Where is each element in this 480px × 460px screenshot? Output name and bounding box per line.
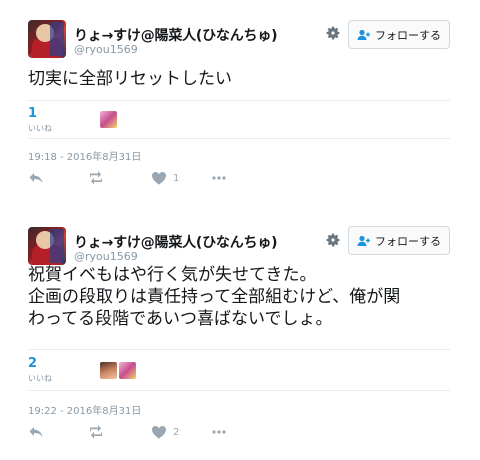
follow-label: フォローする bbox=[375, 234, 441, 248]
gear-icon[interactable] bbox=[325, 232, 341, 248]
handle[interactable]: @ryou1569 bbox=[74, 43, 138, 56]
timestamp[interactable]: 19:18 - 2016年8月31日 bbox=[28, 148, 141, 163]
tweet-text-line: 祝賀イベもはや行く気が失せてきた。 bbox=[28, 265, 317, 285]
tweet-text-line: わってる段階であいつ喜ばないでしょ。 bbox=[28, 309, 333, 329]
divider bbox=[28, 390, 450, 391]
follow-user-icon bbox=[357, 29, 370, 40]
liker-avatars bbox=[100, 362, 136, 379]
tweet-1: りょ→すけ@陽菜人(ひなんちゅ) @ryou1569 フォローする 切実に全部リ… bbox=[0, 0, 480, 205]
like-count: 2 bbox=[173, 426, 180, 438]
more-button[interactable] bbox=[211, 424, 227, 440]
more-icon bbox=[212, 430, 226, 434]
likes-count[interactable]: 1 bbox=[28, 106, 37, 121]
reply-button[interactable] bbox=[28, 170, 44, 186]
tweet-2: りょ→すけ@陽菜人(ひなんちゅ) @ryou1569 フォローする 祝賀イベもは… bbox=[0, 212, 480, 460]
follow-label: フォローする bbox=[375, 28, 441, 42]
timestamp[interactable]: 19:22 - 2016年8月31日 bbox=[28, 402, 141, 417]
divider bbox=[28, 138, 450, 139]
tweet-text-line: 企画の段取りは責任持って全部組むけど、俺が関 bbox=[28, 287, 401, 307]
more-button[interactable] bbox=[211, 170, 227, 186]
retweet-icon bbox=[90, 171, 102, 185]
tweet-text: 祝賀イベもはや行く気が失せてきた。 企画の段取りは責任持って全部組むけど、俺が関… bbox=[28, 264, 400, 330]
display-name[interactable]: りょ→すけ@陽菜人(ひなんちゅ) bbox=[74, 25, 278, 45]
display-name[interactable]: りょ→すけ@陽菜人(ひなんちゅ) bbox=[74, 232, 278, 252]
follow-button[interactable]: フォローする bbox=[348, 226, 450, 255]
likes-count[interactable]: 2 bbox=[28, 356, 37, 371]
follow-button[interactable]: フォローする bbox=[348, 20, 450, 49]
tweet-text: 切実に全部リセットしたい bbox=[28, 68, 232, 90]
tweet-actions: 2 bbox=[28, 424, 248, 440]
avatar[interactable] bbox=[28, 227, 66, 265]
like-count: 1 bbox=[173, 172, 180, 184]
reply-icon bbox=[29, 173, 43, 183]
likes-label: いいね bbox=[28, 374, 52, 383]
like-button[interactable]: 1 bbox=[151, 170, 179, 186]
heart-icon bbox=[152, 172, 166, 185]
liker-avatars bbox=[100, 111, 117, 128]
liker-avatar[interactable] bbox=[100, 111, 117, 128]
handle[interactable]: @ryou1569 bbox=[74, 250, 138, 263]
avatar[interactable] bbox=[28, 20, 66, 58]
follow-user-icon bbox=[357, 235, 370, 246]
reply-button[interactable] bbox=[28, 424, 44, 440]
more-icon bbox=[212, 176, 226, 180]
divider bbox=[28, 349, 450, 350]
retweet-button[interactable] bbox=[88, 170, 104, 186]
retweet-button[interactable] bbox=[88, 424, 104, 440]
tweet-actions: 1 bbox=[28, 170, 248, 186]
reply-icon bbox=[29, 427, 43, 437]
retweet-icon bbox=[90, 425, 102, 439]
gear-icon[interactable] bbox=[325, 25, 341, 41]
like-button[interactable]: 2 bbox=[151, 424, 179, 440]
liker-avatar[interactable] bbox=[119, 362, 136, 379]
divider bbox=[28, 100, 450, 101]
likes-label: いいね bbox=[28, 124, 52, 133]
heart-icon bbox=[152, 426, 166, 439]
tweet-text-line: 切実に全部リセットしたい bbox=[28, 69, 232, 89]
liker-avatar[interactable] bbox=[100, 362, 117, 379]
